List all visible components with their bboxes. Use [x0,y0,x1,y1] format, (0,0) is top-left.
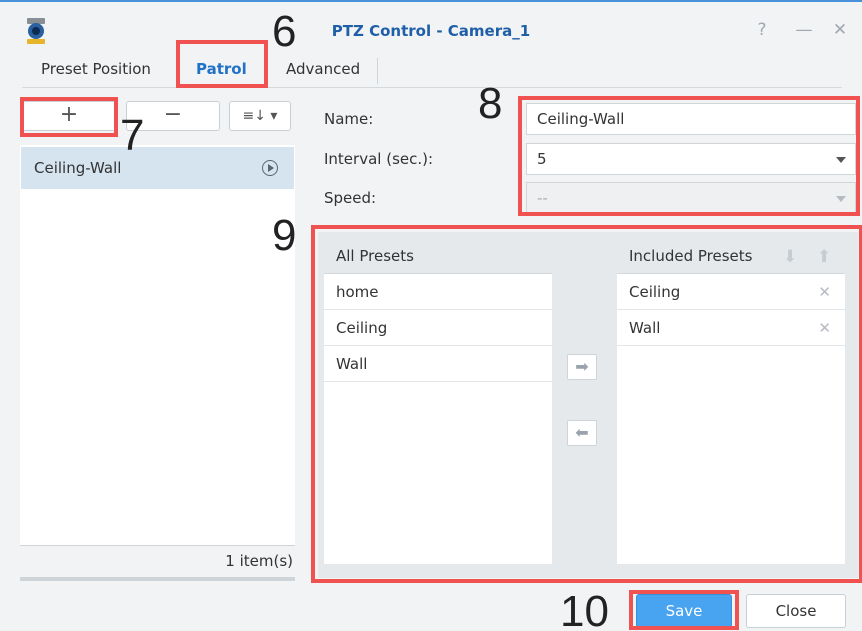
patrol-list-item[interactable]: Ceiling-Wall [21,147,294,189]
callout-box-tab [176,40,268,88]
title-bar: PTZ Control - Camera_1 ? — ✕ [0,4,862,44]
interval-label: Interval (sec.): [324,150,434,168]
ptz-control-window: PTZ Control - Camera_1 ? — ✕ Preset Posi… [0,0,862,631]
tab-divider [377,58,378,84]
callout-number: 9 [272,211,297,260]
callout-box-presets [311,225,862,583]
name-label: Name: [324,110,374,128]
item-count: 1 item(s) [20,545,295,581]
patrol-item-label: Ceiling-Wall [34,159,122,177]
callout-box-save [629,590,739,630]
speed-label: Speed: [324,189,377,207]
sort-menu-button[interactable]: ≡↓ ▾ [229,101,291,131]
patrol-list [20,145,295,545]
play-icon[interactable] [262,160,278,176]
callout-number: 6 [272,7,297,56]
callout-number: 10 [560,587,609,631]
callout-number: 7 [120,111,145,160]
minimize-icon[interactable]: — [794,20,814,40]
tab-advanced[interactable]: Advanced [272,52,374,88]
window-title: PTZ Control - Camera_1 [331,22,531,40]
close-icon[interactable]: ✕ [830,20,850,40]
callout-number: 8 [478,79,503,128]
callout-box-add [20,97,118,137]
close-button[interactable]: Close [746,594,846,628]
tab-bar: Preset Position Patrol Advanced [22,46,842,88]
help-icon[interactable]: ? [752,20,772,40]
patrol-list-panel: + − ≡↓ ▾ Ceiling-Wall 1 item(s) [20,97,295,587]
tab-preset-position[interactable]: Preset Position [27,52,165,88]
callout-box-form [518,96,860,216]
